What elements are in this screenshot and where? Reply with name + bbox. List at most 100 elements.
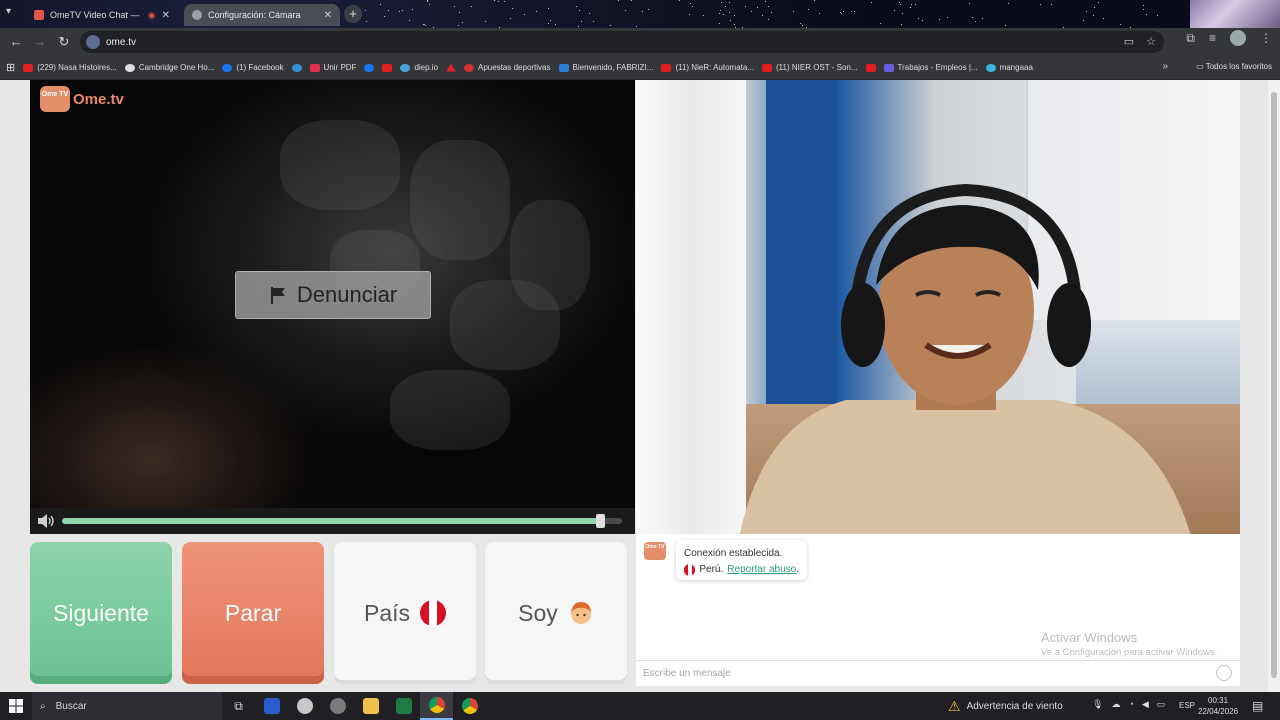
gender-filter-button[interactable]: Soy (485, 542, 627, 684)
extensions-icon[interactable]: ⧉ (1186, 31, 1195, 46)
report-abuse-link[interactable]: Reportar abuso (727, 564, 796, 575)
stranger-video: Ome TV Ome.tv Denunciar (30, 80, 635, 508)
clock-date: 22/04/2026 (1198, 707, 1239, 716)
wifi-icon[interactable]: ◔ (1128, 699, 1133, 710)
chat-panel: Ome TV Conexión establecida. Perú. Repor… (636, 534, 1240, 686)
browser-tab-strip: ▾ OmeTV Video Chat — Om ◉ ✕ Configuració… (0, 0, 1280, 28)
bookmark-item[interactable]: Bienvenido, FABRIZI... (558, 63, 653, 72)
forward-icon[interactable]: → (28, 30, 52, 54)
report-button-label: Denunciar (296, 282, 398, 307)
bookmark-item[interactable]: Cambridge One Ho... (124, 63, 214, 72)
ometv-logo[interactable]: Ome TV Ome.tv (40, 86, 124, 112)
recording-indicator-icon: ◉ (147, 9, 156, 20)
self-person-image (739, 183, 1191, 534)
close-tab-icon[interactable]: ✕ (324, 10, 332, 21)
microphone-icon[interactable]: 🎙 (1092, 699, 1103, 710)
status-text: Conexión establecida. (684, 548, 783, 559)
volume-bar (30, 508, 635, 534)
menu-icon[interactable]: ⋮ (1260, 31, 1272, 45)
bookmark-item[interactable] (865, 63, 876, 72)
volume-knob[interactable] (595, 514, 605, 528)
app-icon (329, 698, 346, 714)
tab-search-button[interactable]: ▾ (6, 6, 11, 17)
country-button-label: País (363, 599, 411, 626)
weather-widget[interactable]: ⚠ Advertencia de viento (948, 698, 1063, 715)
activate-title: Activar Windows (1041, 630, 1138, 645)
bookmark-item[interactable]: mangaaa (985, 63, 1033, 72)
ometv-favicon (34, 10, 44, 20)
address-bar[interactable]: ome.tv ▭ ☆ (80, 31, 1164, 53)
stop-button-label: Parar (224, 599, 282, 626)
reload-icon[interactable]: ↻ (52, 30, 76, 54)
apps-grid-icon[interactable]: ⊞ (6, 61, 15, 74)
taskbar-search[interactable]: ⌕ Buscar (32, 692, 222, 720)
task-view-icon: ⧉ (234, 698, 243, 713)
report-button[interactable]: Denunciar (235, 271, 431, 319)
settings-favicon (192, 10, 202, 20)
cast-icon[interactable]: ▭ (1124, 35, 1134, 48)
task-view-button[interactable]: ⧉ (222, 692, 255, 720)
country-filter-button[interactable]: País (334, 542, 476, 684)
windows-logo-icon (9, 699, 23, 713)
emoji-icon[interactable] (1216, 665, 1232, 681)
bookmark-item[interactable]: diep.io (400, 63, 438, 72)
connection-status-message: Conexión establecida. Perú. Reportar abu… (676, 540, 807, 580)
message-input[interactable] (636, 660, 1240, 686)
bookmark-item[interactable]: (11) NieR: Automata... (661, 63, 754, 72)
language-indicator[interactable]: ESP (1179, 701, 1195, 710)
bookmark-star-icon[interactable]: ☆ (1146, 35, 1156, 48)
bookmark-item[interactable]: Trabajos - Empleos |... (883, 63, 978, 72)
profile-avatar[interactable] (1230, 30, 1246, 46)
stop-button[interactable]: Parar (182, 542, 324, 684)
windows-start-button[interactable] (0, 692, 32, 720)
bookmark-item[interactable]: (1) Facebook (222, 63, 284, 72)
volume-slider[interactable] (62, 514, 622, 528)
notifications-icon[interactable]: ▤ (1252, 699, 1263, 713)
bookmark-item[interactable]: (229) Nasa Histoires... (23, 63, 117, 72)
bookmark-item[interactable] (364, 63, 375, 72)
site-info-icon[interactable] (86, 35, 100, 49)
taskbar-app[interactable] (321, 692, 354, 720)
bookmark-item[interactable] (291, 63, 302, 72)
all-bookmarks-button[interactable]: ▭ Todos los favoritos (1196, 62, 1272, 71)
chrome-icon (428, 697, 445, 713)
reading-list-icon[interactable]: ≡ (1209, 31, 1216, 45)
browser-toolbar: ← → ↻ ome.tv ▭ ☆ ⧉ ≡ ⋮ (0, 28, 1280, 56)
search-icon: ⌕ (40, 700, 46, 712)
peru-flag-icon (420, 600, 447, 626)
bookmark-item[interactable] (446, 63, 457, 72)
taskbar-chrome-active[interactable] (420, 692, 453, 720)
bookmark-item[interactable]: Apuestas deportivas (464, 63, 551, 72)
flag-icon (270, 287, 285, 304)
cloud-icon[interactable]: ☁ (1111, 699, 1120, 710)
folder-icon (362, 698, 379, 714)
bookmark-item[interactable] (382, 63, 393, 72)
tab-ometv[interactable]: OmeTV Video Chat — Om ◉ ✕ (26, 4, 178, 26)
bookmark-item[interactable]: (11) NIER OST - Son... (762, 63, 858, 72)
more-bookmarks-icon[interactable]: » (1162, 61, 1168, 72)
ometv-logo-word: Ome.tv (73, 90, 124, 108)
taskbar-file-explorer[interactable] (354, 692, 387, 720)
clock[interactable]: 00:31 22/04/2026 (1198, 695, 1238, 717)
speaker-icon[interactable] (37, 514, 55, 528)
page-scrollbar[interactable] (1268, 80, 1280, 692)
chrome-icon (461, 698, 478, 714)
ometv-page: Ome TV Ome.tv Denunciar Siguiente Parar … (0, 80, 1280, 692)
close-tab-icon[interactable]: ✕ (162, 10, 170, 21)
taskbar-word[interactable] (255, 692, 288, 720)
back-icon[interactable]: ← (4, 30, 28, 54)
period-text: . (796, 564, 799, 575)
clock-time: 00:31 (1208, 696, 1229, 705)
battery-icon[interactable]: ▭ (1157, 699, 1166, 710)
volume-icon[interactable]: ◀ (1142, 699, 1149, 710)
next-button[interactable]: Siguiente (30, 542, 172, 684)
taskbar-excel[interactable] (387, 692, 420, 720)
taskbar-app[interactable] (288, 692, 321, 720)
boy-emoji-icon (570, 602, 591, 624)
taskbar-chrome[interactable] (453, 692, 486, 720)
new-tab-button[interactable]: + (344, 5, 362, 23)
bookmark-item[interactable]: Unir PDF (309, 63, 356, 72)
tab-settings-camera[interactable]: Configuración: Cámara ✕ (184, 4, 340, 26)
search-label: Buscar (55, 700, 87, 712)
word-icon (263, 698, 280, 714)
